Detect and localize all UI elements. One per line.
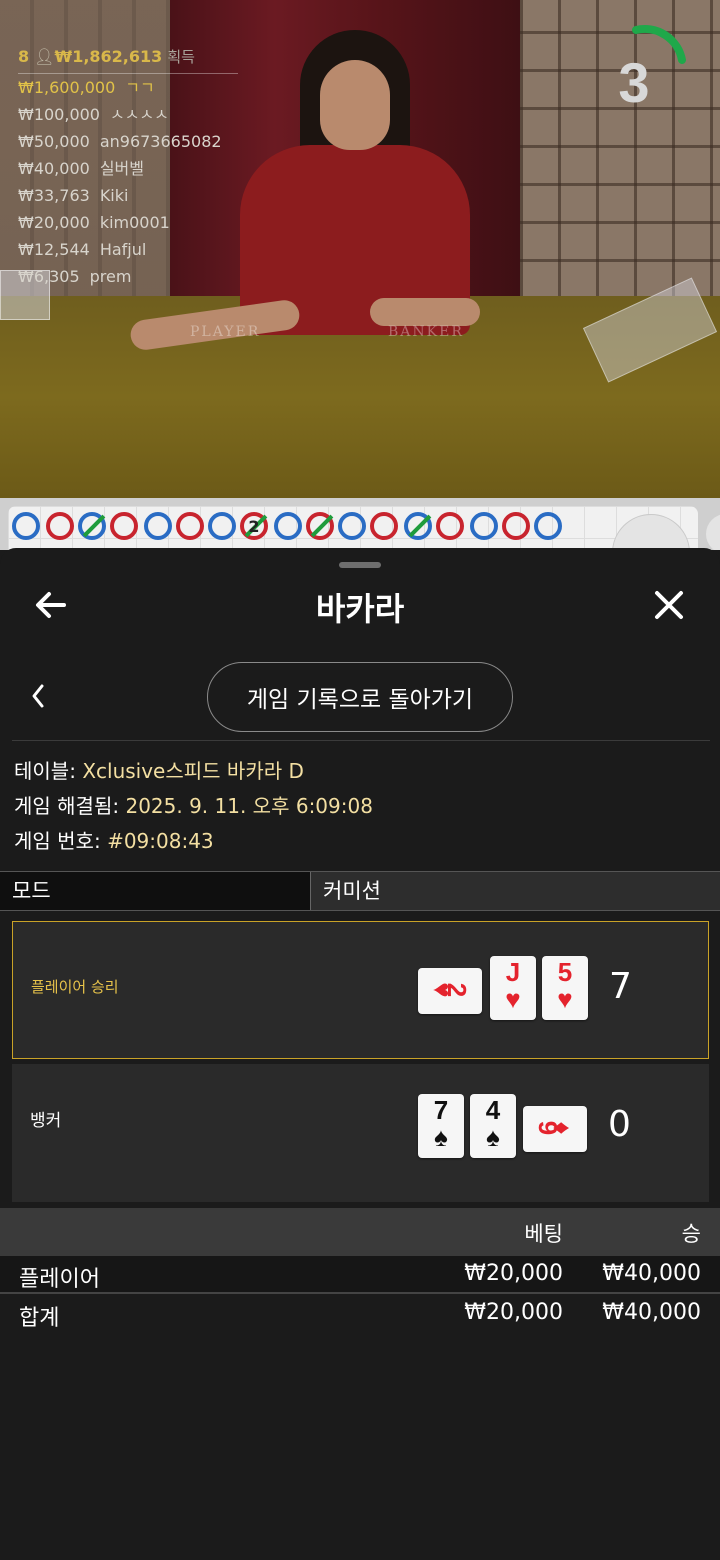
road-bead [208, 512, 236, 540]
road-extra-button[interactable] [706, 514, 720, 550]
divider [12, 740, 710, 741]
bead-road[interactable]: 2 [0, 498, 720, 550]
bets-table-header: 베팅 승 [0, 1208, 720, 1256]
winners-header: 8 👤︎₩1,862,613 획득 [18, 46, 238, 74]
player-card: J ♥ [490, 956, 536, 1020]
dealer [128, 30, 490, 352]
win-column-header: 승 [681, 1222, 701, 1246]
road-bead [470, 512, 498, 540]
road-bead [12, 512, 40, 540]
game-history-panel: 바카라 게임 기록으로 돌아가기 테이블: Xclusive스피드 바카라 D … [0, 548, 720, 1560]
banker-hand-label: 뱅커 [30, 1111, 62, 1131]
table-row-total: 합계 ₩20,000 ₩40,000 [0, 1295, 720, 1333]
mode-tabs: 모드 커미션 [0, 871, 720, 911]
close-icon[interactable] [648, 584, 690, 626]
winner-row: ₩6,305 prem [18, 267, 132, 286]
road-bead [436, 512, 464, 540]
winner-row: ₩20,000 kim0001 [18, 213, 170, 232]
player-score: 7 [609, 966, 632, 1007]
road-bead [338, 512, 366, 540]
user-icon: 👤︎ [34, 47, 55, 66]
winners-list: 8 👤︎₩1,862,613 획득 ₩1,600,000 ㄱㄱ ₩100,000 ㅅ… [18, 46, 238, 290]
road-bead [176, 512, 204, 540]
winners-count: 8 [18, 47, 30, 66]
winners-total: ₩1,862,613 [54, 47, 163, 66]
player-card: 5 ♥ [542, 956, 588, 1020]
tab-commission[interactable]: 커미션 [311, 872, 720, 910]
drag-handle[interactable] [339, 562, 381, 568]
player-card: ♥2 [418, 968, 482, 1014]
winner-row: ₩40,000 실버벨 [18, 159, 144, 178]
table-row: 플레이어 ₩20,000 ₩40,000 [0, 1256, 720, 1294]
winners-suffix: 획득 [167, 48, 195, 66]
road-bead [110, 512, 138, 540]
road-bead: 2 [240, 512, 268, 540]
total-label: 합계 [19, 1306, 60, 1331]
felt-player-label: PLAYER [190, 324, 261, 340]
win-amount: ₩40,000 [602, 1261, 701, 1286]
player-hand: 플레이어 승리 ♥2 J ♥ 5 ♥ 7 [12, 921, 709, 1059]
tab-mode[interactable]: 모드 [0, 872, 311, 910]
road-bead [502, 512, 530, 540]
game-info: 테이블: Xclusive스피드 바카라 D 게임 해결됨: 2025. 9. … [14, 754, 373, 859]
road-bead [534, 512, 562, 540]
back-to-history-button[interactable]: 게임 기록으로 돌아가기 [207, 662, 513, 732]
resolved-info: 게임 해결됨: 2025. 9. 11. 오후 6:09:08 [14, 794, 373, 818]
road-number: 2 [248, 517, 260, 536]
bet-name: 플레이어 [19, 1267, 100, 1292]
winner-row: ₩33,763 Kiki [18, 186, 129, 205]
road-bead [46, 512, 74, 540]
banker-card: 9♦ [523, 1106, 587, 1152]
chevron-left-icon[interactable] [26, 678, 50, 714]
total-win: ₩40,000 [602, 1300, 701, 1325]
banker-card: 7 ♠ [418, 1094, 464, 1158]
panel-title: 바카라 [315, 590, 405, 628]
road-bead [144, 512, 172, 540]
game-number-info: 게임 번호: #09:08:43 [14, 829, 214, 853]
countdown-number: 3 [618, 51, 650, 114]
bet-amount: ₩20,000 [464, 1261, 563, 1286]
winner-row: ₩100,000 ㅅㅅㅅㅅ [18, 105, 169, 124]
banker-score: 0 [608, 1104, 631, 1145]
banker-card: 4 ♠ [470, 1094, 516, 1158]
winner-row: ₩50,000 an9673665082 [18, 132, 222, 151]
road-bead [78, 512, 106, 540]
felt-banker-label: BANKER [388, 324, 464, 340]
total-bet: ₩20,000 [464, 1300, 563, 1325]
winner-row: ₩12,544 Hafjul [18, 240, 147, 259]
road-bead [404, 512, 432, 540]
winner-row: ₩1,600,000 ㄱㄱ [18, 78, 155, 97]
road-bead [370, 512, 398, 540]
live-video: PLAYER BANKER 8 👤︎₩1,862,613 획득 ₩1,600,0… [0, 0, 720, 498]
player-hand-label: 플레이어 승리 [31, 978, 119, 996]
bead-road-grid: 2 [8, 506, 698, 550]
table-info: 테이블: Xclusive스피드 바카라 D [14, 759, 304, 783]
banker-hand: 뱅커 7 ♠ 4 ♠ 9♦ 0 [12, 1064, 709, 1202]
road-bead [274, 512, 302, 540]
road-bead [306, 512, 334, 540]
bet-column-header: 베팅 [524, 1222, 563, 1246]
